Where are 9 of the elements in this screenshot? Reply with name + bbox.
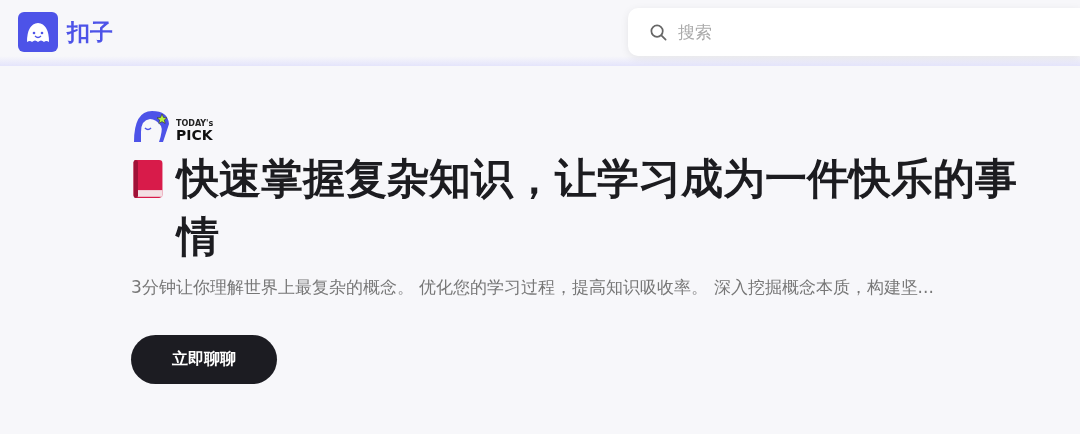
chat-now-button[interactable]: 立即聊聊 [131, 335, 277, 384]
badge-label: PICK [176, 128, 214, 142]
feature-description: 3分钟让你理解世界上最复杂的概念。 优化您的学习过程，提高知识吸收率。 深入挖掘概念本质，构建坚... [131, 276, 935, 299]
badge-label: TODAY's [176, 120, 214, 128]
brand-name[interactable]: 扣子 [67, 16, 113, 48]
book-icon [131, 159, 165, 199]
search-field[interactable]: 搜索 [628, 8, 1080, 56]
logo-icon [18, 12, 58, 52]
feature-title: 快速掌握复杂知识，让学习成为一件快乐的事情 [177, 153, 1018, 263]
